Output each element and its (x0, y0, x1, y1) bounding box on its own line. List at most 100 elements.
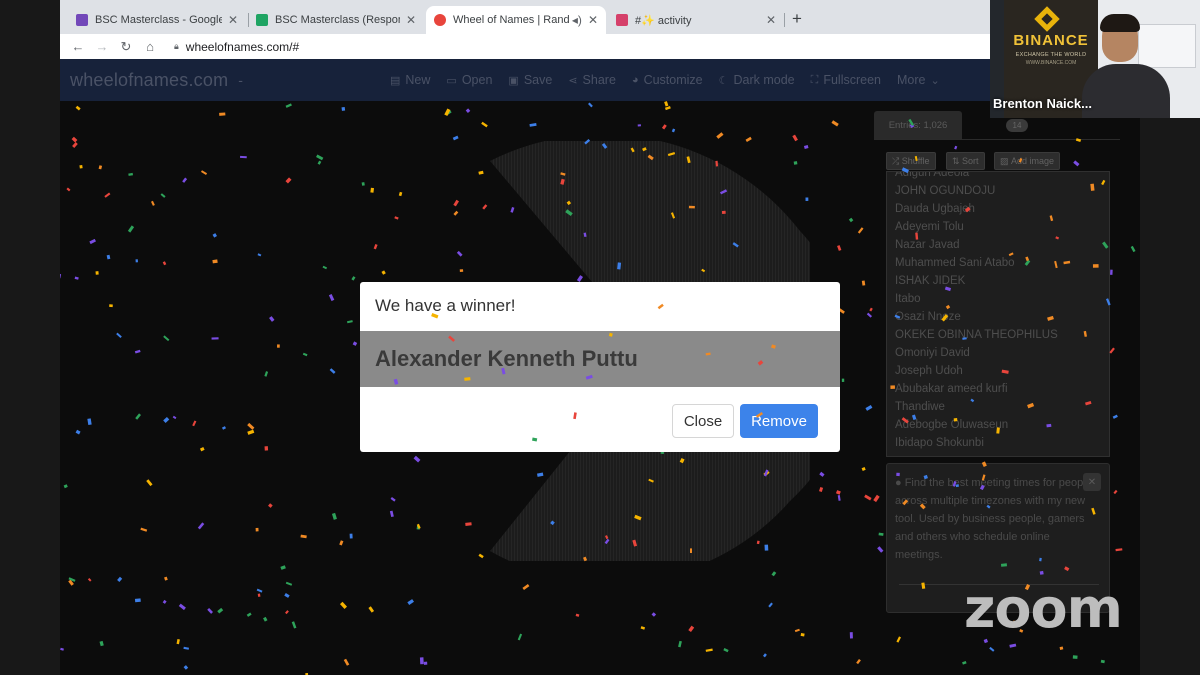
site-brand[interactable]: wheelofnames.com (70, 70, 228, 91)
confetti-piece (284, 592, 290, 598)
menu-label: Fullscreen (823, 73, 881, 87)
confetti-piece (954, 145, 958, 150)
home-icon[interactable]: ⌂ (138, 39, 162, 54)
confetti-piece (269, 316, 275, 322)
url-field[interactable]: wheelofnames.com/# (186, 40, 299, 54)
confetti-piece (529, 123, 537, 127)
tab-close-icon[interactable]: ✕ (406, 13, 416, 27)
confetti-piece (637, 124, 641, 127)
new-tab-button[interactable]: + (792, 9, 802, 29)
confetti-piece (328, 294, 335, 302)
confetti-piece (351, 276, 356, 281)
confetti-piece (247, 429, 255, 435)
browser-tab-wheel-of-names[interactable]: Wheel of Names | Random name picker ◂) ✕ (426, 6, 606, 34)
confetti-piece (116, 332, 122, 338)
tab-title: Wheel of Names | Random name picker (453, 14, 570, 26)
tab-close-icon[interactable]: ✕ (228, 13, 238, 27)
confetti-piece (640, 626, 646, 630)
menu-label: Share (582, 73, 616, 87)
confetti-piece (182, 177, 188, 183)
tab-strip: BSC Masterclass - Google Forms ✕ BSC Mas… (60, 0, 990, 34)
results-count-badge[interactable]: 14 (1006, 119, 1028, 132)
close-button[interactable]: Close (672, 404, 734, 438)
confetti-piece (63, 484, 68, 489)
menu-share[interactable]: ⋖ Share (568, 73, 616, 87)
menu-customize[interactable]: ◕ Customize (632, 73, 703, 87)
sort-button[interactable]: ⇅ Sort (946, 152, 985, 170)
confetti-piece (211, 337, 219, 340)
confetti-piece (68, 577, 76, 582)
entry-name: Adebogbe Oluwaseun (895, 419, 1009, 431)
confetti-piece (72, 142, 78, 148)
lock-icon[interactable]: 🔒︎ (174, 41, 179, 52)
participant-video[interactable]: BINANCE EXCHANGE THE WORLD WWW.BINANCE.C… (990, 0, 1200, 118)
confetti-piece (339, 540, 344, 546)
confetti-piece (768, 602, 773, 608)
entry-name: Adeyemi Tolu (895, 221, 964, 233)
tab-close-icon[interactable]: ✕ (766, 13, 776, 27)
confetti-piece (127, 225, 135, 233)
confetti-piece (861, 467, 866, 471)
browser-tab-activity[interactable]: #✨ activity ✕ (608, 6, 784, 34)
audio-playing-icon[interactable]: ◂) (572, 13, 582, 27)
site-menu: ▤ New ▭ Open ▣ Save ⋖ Share ◕ Customize ☾ Dark… (390, 59, 956, 101)
confetti-piece (140, 527, 148, 532)
add-image-button[interactable]: ▨ Add image (994, 152, 1061, 170)
sort-label: Sort (962, 156, 979, 166)
sheets-favicon-icon (256, 14, 268, 26)
menu-label: Customize (643, 73, 703, 87)
confetti-piece (517, 633, 523, 641)
entry-name: Muhammed Sani Atabo (895, 257, 1015, 269)
tab-entries[interactable]: Entries: 1,026 (874, 111, 962, 139)
reload-icon[interactable]: ↻ (114, 39, 138, 55)
menu-label: Dark mode (733, 73, 795, 87)
confetti-piece (873, 494, 880, 503)
confetti-piece (343, 658, 350, 666)
entries-list: Adigun Adeola JOHN OGUNDOJU Dauda Ugbajeh A… (895, 172, 1058, 452)
confetti-piece (285, 610, 289, 615)
menu-open[interactable]: ▭ Open (446, 73, 492, 87)
confetti-piece (246, 612, 252, 617)
confetti-piece (819, 471, 825, 477)
confetti-piece (109, 304, 113, 308)
add-image-label: Add image (1011, 156, 1055, 166)
chevron-down-icon: ⌄ (930, 74, 940, 87)
close-ad-icon[interactable]: ✕ (1083, 473, 1101, 491)
menu-fullscreen[interactable]: ⛶ Fullscreen (811, 73, 881, 87)
confetti-piece (389, 510, 394, 518)
confetti-piece (651, 612, 657, 617)
dialog-heading: We have a winner! (375, 296, 516, 315)
confetti-piece (268, 503, 273, 508)
browser-tab-responses[interactable]: BSC Masterclass (Responses) ✕ (248, 6, 424, 34)
confetti-piece (877, 546, 884, 553)
confetti-piece (762, 653, 767, 658)
tab-close-icon[interactable]: ✕ (588, 13, 598, 27)
confetti-piece (857, 227, 864, 234)
confetti-piece (419, 657, 424, 665)
confetti-piece (407, 599, 414, 606)
confetti-piece (160, 193, 166, 198)
entries-textarea[interactable]: Adigun Adeola JOHN OGUNDOJU Dauda Ugbajeh A… (886, 171, 1110, 457)
confetti-piece (416, 523, 421, 529)
remove-button[interactable]: Remove (740, 404, 818, 438)
tab-separator (784, 13, 785, 27)
confetti-piece (864, 494, 872, 501)
confetti-piece (99, 640, 104, 647)
banner-url: WWW.BINANCE.COM (1025, 60, 1077, 66)
confetti-piece (370, 187, 374, 193)
menu-more[interactable]: More ⌄ (897, 73, 940, 87)
menu-save[interactable]: ▣ Save (508, 73, 552, 87)
shuffle-button[interactable]: ⤮ Shuffle (886, 152, 936, 170)
forward-icon[interactable]: → (90, 39, 114, 54)
confetti-piece (368, 606, 375, 613)
confetti-piece (183, 646, 190, 650)
confetti-piece (183, 665, 189, 670)
confetti-piece (104, 192, 111, 198)
back-icon[interactable]: ← (66, 39, 90, 54)
menu-dark-mode[interactable]: ☾ Dark mode (719, 73, 795, 87)
menu-new[interactable]: ▤ New (390, 73, 430, 87)
confetti-piece (239, 155, 247, 159)
browser-tab-forms[interactable]: BSC Masterclass - Google Forms ✕ (68, 6, 246, 34)
confetti-piece (478, 553, 484, 559)
confetti-piece (302, 352, 308, 357)
